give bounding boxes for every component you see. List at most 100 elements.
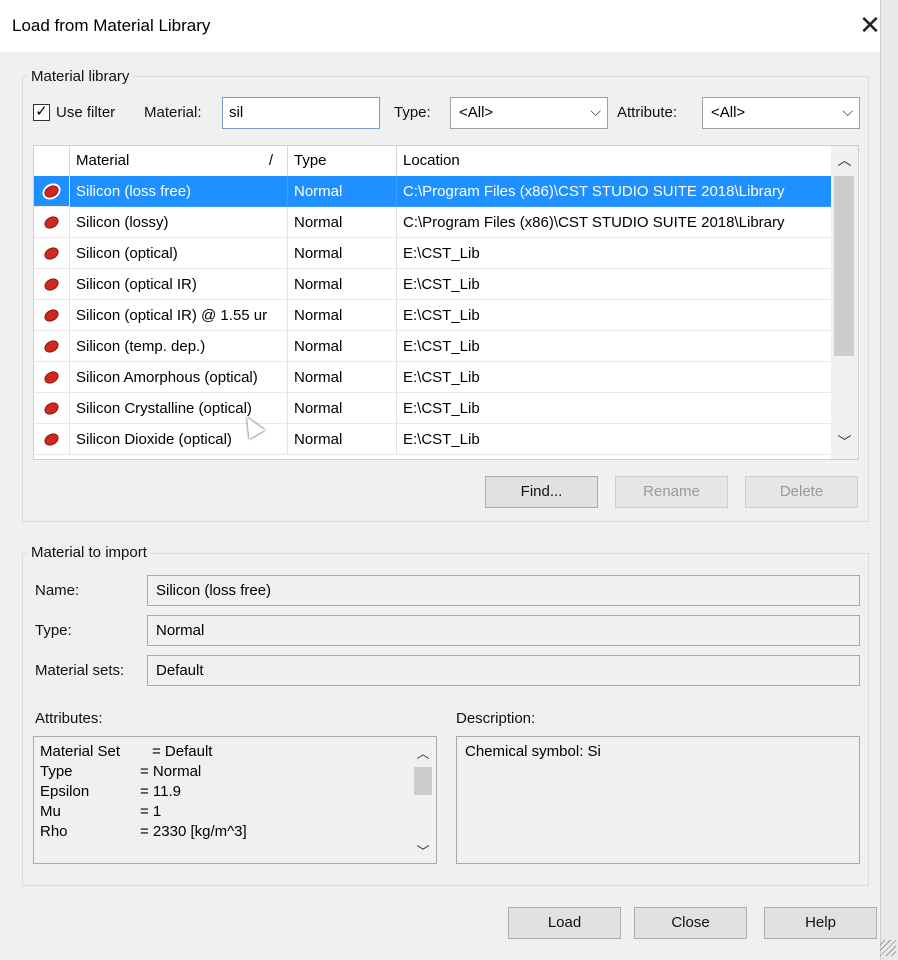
- type-cell: Normal: [288, 331, 397, 362]
- material-filter-label: Material:: [144, 104, 202, 121]
- location-cell: E:\CST_Lib: [397, 362, 831, 393]
- row-icon-cell: [34, 393, 70, 424]
- material-cell: Silicon (optical): [70, 238, 288, 269]
- type-filter-select[interactable]: <All> ⌵: [450, 97, 608, 129]
- material-gem-icon: [42, 399, 61, 418]
- row-icon-cell: [34, 300, 70, 331]
- table-row[interactable]: Silicon (optical) Normal E:\CST_Lib: [34, 238, 831, 269]
- location-cell: E:\CST_Lib: [397, 300, 831, 331]
- attribute-key: Epsilon: [40, 783, 90, 800]
- attribute-value: = 11.9: [140, 783, 182, 800]
- chevron-up-icon[interactable]: ︿: [831, 148, 858, 172]
- scrollbar-thumb[interactable]: [414, 767, 432, 795]
- type-cell: Normal: [288, 269, 397, 300]
- location-cell: E:\CST_Lib: [397, 393, 831, 424]
- location-cell: E:\CST_Lib: [397, 424, 831, 455]
- row-icon-cell: [34, 207, 70, 238]
- column-material-label: Material: [76, 152, 130, 169]
- chevron-down-icon: ⌵: [842, 103, 853, 119]
- column-icon: [34, 146, 70, 176]
- type-cell: Normal: [288, 207, 397, 238]
- material-gem-icon: [42, 275, 61, 294]
- type-cell: Normal: [288, 238, 397, 269]
- chevron-down-icon[interactable]: ﹀: [831, 430, 858, 454]
- material-library-legend: Material library: [28, 68, 133, 85]
- table-row[interactable]: Silicon Dioxide (optical) Normal E:\CST_…: [34, 424, 831, 455]
- table-row[interactable]: Silicon (optical IR) Normal E:\CST_Lib: [34, 269, 831, 300]
- material-cell: Silicon Amorphous (optical): [70, 362, 288, 393]
- sort-indicator: /: [268, 152, 273, 169]
- attribute-filter-select[interactable]: <All> ⌵: [702, 97, 860, 129]
- close-button[interactable]: Close: [634, 907, 747, 939]
- material-sets-field: Default: [147, 655, 860, 686]
- attribute-value: = Default: [152, 743, 213, 760]
- material-cell: Silicon (temp. dep.): [70, 331, 288, 362]
- name-label: Name:: [35, 582, 80, 599]
- find-button[interactable]: Find...: [485, 476, 598, 508]
- type-field: Normal: [147, 615, 860, 646]
- load-button[interactable]: Load: [508, 907, 621, 939]
- resize-grip-icon[interactable]: [880, 940, 896, 956]
- help-button[interactable]: Help: [764, 907, 877, 939]
- table-row[interactable]: Silicon (temp. dep.) Normal E:\CST_Lib: [34, 331, 831, 362]
- material-sets-label: Material sets:: [35, 662, 125, 679]
- use-filter-checkbox[interactable]: ✓: [33, 104, 50, 121]
- material-filter-input[interactable]: sil: [222, 97, 380, 129]
- use-filter-label[interactable]: Use filter: [56, 104, 115, 121]
- background-strip: [880, 0, 898, 960]
- row-icon-cell: [34, 238, 70, 269]
- type-cell: Normal: [288, 424, 397, 455]
- title-bar: Load from Material Library ✕: [0, 0, 898, 52]
- material-gem-icon: [42, 306, 61, 325]
- attribute-key: Type: [40, 763, 73, 780]
- list-header: Material / Type Location: [34, 146, 831, 177]
- attribute-key: Material Set: [40, 743, 121, 760]
- type-filter-label: Type:: [394, 104, 431, 121]
- attributes-textarea[interactable]: Material Set = Default Type = Normal Epsil…: [33, 736, 437, 864]
- table-row[interactable]: Silicon (optical IR) @ 1.55 ur Normal E:…: [34, 300, 831, 331]
- scrollbar-thumb[interactable]: [834, 176, 854, 356]
- column-material[interactable]: Material /: [70, 146, 288, 176]
- type-filter-value: <All>: [459, 104, 494, 121]
- attribute-key: Mu: [40, 803, 61, 820]
- delete-button[interactable]: Delete: [745, 476, 858, 508]
- description-label: Description:: [456, 710, 536, 727]
- location-cell: E:\CST_Lib: [397, 238, 831, 269]
- attribute-filter-label: Attribute:: [617, 104, 678, 121]
- row-icon-cell: [34, 362, 70, 393]
- material-to-import-legend: Material to import: [28, 544, 150, 561]
- column-location[interactable]: Location: [397, 146, 831, 176]
- location-cell: C:\Program Files (x86)\CST STUDIO SUITE …: [397, 176, 831, 207]
- list-scrollbar[interactable]: ︿ ﹀: [831, 146, 858, 459]
- material-gem-icon: [42, 368, 61, 387]
- material-list[interactable]: Material / Type Location Silicon (loss f…: [33, 145, 859, 460]
- location-cell: E:\CST_Lib: [397, 269, 831, 300]
- chevron-down-icon: ⌵: [590, 103, 601, 119]
- table-row[interactable]: Silicon Crystalline (optical) Normal E:\…: [34, 393, 831, 424]
- type-cell: Normal: [288, 393, 397, 424]
- table-row[interactable]: Silicon (loss free) Normal C:\Program Fi…: [34, 176, 831, 207]
- material-gem-icon: [42, 182, 61, 201]
- material-cell: Silicon (lossy): [70, 207, 288, 238]
- row-icon-cell: [34, 176, 70, 207]
- column-type[interactable]: Type: [288, 146, 397, 176]
- material-gem-icon: [42, 337, 61, 356]
- attributes-scrollbar[interactable]: ︿ ﹀: [410, 737, 436, 863]
- description-text: Chemical symbol: Si: [465, 743, 601, 760]
- location-cell: C:\Program Files (x86)\CST STUDIO SUITE …: [397, 207, 831, 238]
- table-row[interactable]: Silicon (lossy) Normal C:\Program Files …: [34, 207, 831, 238]
- attribute-value: = 1: [140, 803, 162, 820]
- material-cell: Silicon (loss free): [70, 176, 288, 207]
- attribute-filter-value: <All>: [711, 104, 746, 121]
- type-cell: Normal: [288, 362, 397, 393]
- location-cell: E:\CST_Lib: [397, 331, 831, 362]
- rename-button[interactable]: Rename: [615, 476, 728, 508]
- description-textarea[interactable]: Chemical symbol: Si: [456, 736, 860, 864]
- type-cell: Normal: [288, 176, 397, 207]
- chevron-up-icon[interactable]: ︿: [410, 743, 436, 762]
- material-cell: Silicon (optical IR): [70, 269, 288, 300]
- attribute-value: = 2330 [kg/m^3]: [140, 823, 247, 840]
- chevron-down-icon[interactable]: ﹀: [410, 841, 436, 860]
- table-row[interactable]: Silicon Amorphous (optical) Normal E:\CS…: [34, 362, 831, 393]
- material-gem-icon: [42, 244, 61, 263]
